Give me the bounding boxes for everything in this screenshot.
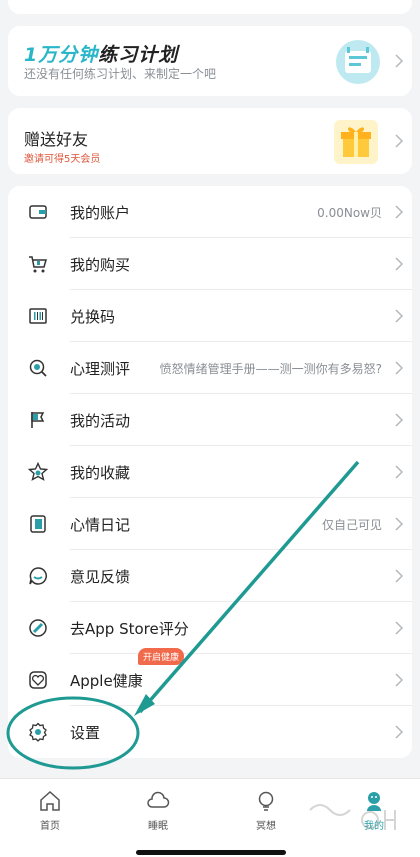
flag-icon <box>31 412 45 428</box>
chevron-right-icon <box>395 465 404 479</box>
top-card-edge <box>8 0 412 14</box>
menu-item-label: 意见反馈 <box>70 568 131 586</box>
app-store-icon <box>29 619 47 637</box>
tab-home[interactable]: 首页 <box>10 789 90 832</box>
chevron-right-icon <box>395 361 404 375</box>
bulb-icon <box>258 791 274 811</box>
menu-item-label: 心理测评 <box>70 360 131 378</box>
menu-item-label: 兑换码 <box>70 308 116 326</box>
home-indicator <box>136 850 286 855</box>
menu-item-value: 仅自己可见 <box>321 518 382 532</box>
health-badge: 开启健康 <box>138 648 185 665</box>
settings-menu-list: 我的账户 0.00Now贝 我的购买 兑换码 心理测评 愤怒情绪管理手册——测一… <box>8 186 412 758</box>
plan-illustration-icon <box>336 40 380 84</box>
menu-item-mood-diary[interactable]: 心情日记 仅自己可见 <box>8 498 412 550</box>
menu-item-account[interactable]: 我的账户 0.00Now贝 <box>8 186 412 238</box>
menu-item-label: 我的账户 <box>70 204 131 222</box>
menu-item-activities[interactable]: 我的活动 <box>8 394 412 446</box>
chevron-right-icon <box>395 309 404 323</box>
chevron-right-icon <box>395 134 404 148</box>
menu-item-redeem-code[interactable]: 兑换码 <box>8 290 412 342</box>
menu-item-value: 愤怒情绪管理手册——测一测你有多易怒? <box>159 362 382 376</box>
gift-subtitle: 邀请可得5天会员 <box>24 154 101 165</box>
gift-title: 赠送好友 <box>24 130 89 149</box>
practice-plan-card[interactable]: 1万分钟练习计划 还没有任何练习计划、来制定一个吧 <box>8 26 412 96</box>
menu-item-rate-app[interactable]: 去App Store评分 <box>8 602 412 654</box>
chevron-right-icon <box>395 621 404 635</box>
tab-sleep[interactable]: 睡眠 <box>118 789 198 832</box>
tab-meditation[interactable]: 冥想 <box>226 789 306 832</box>
home-icon <box>40 790 60 811</box>
menu-item-feedback[interactable]: 意见反馈 <box>8 550 412 602</box>
tab-label: 首页 <box>40 821 60 832</box>
chevron-right-icon <box>395 725 404 739</box>
menu-item-psych-test[interactable]: 心理测评 愤怒情绪管理手册——测一测你有多易怒? <box>8 342 412 394</box>
cloud-icon <box>147 791 170 808</box>
chevron-right-icon <box>395 205 404 219</box>
menu-item-value: 0.00Now贝 <box>317 206 382 220</box>
cart-icon <box>29 256 47 273</box>
menu-item-label: 设置 <box>70 724 101 742</box>
menu-item-label: 我的活动 <box>70 412 131 430</box>
chevron-right-icon <box>395 673 404 687</box>
chevron-right-icon <box>395 257 404 271</box>
menu-item-label: 去App Store评分 <box>70 620 189 638</box>
menu-item-purchases[interactable]: 我的购买 <box>8 238 412 290</box>
gear-icon <box>29 722 47 742</box>
chevron-right-icon <box>395 569 404 583</box>
chevron-right-icon <box>395 54 404 68</box>
watermark <box>309 804 396 830</box>
heart-icon <box>29 671 47 689</box>
diary-icon <box>30 515 46 533</box>
chevron-right-icon <box>395 517 404 531</box>
barcode-icon <box>29 308 47 324</box>
menu-item-label: Apple健康 <box>70 672 143 690</box>
chevron-right-icon <box>395 413 404 427</box>
plan-subtitle: 还没有任何练习计划、来制定一个吧 <box>24 67 217 81</box>
star-icon <box>28 462 48 481</box>
menu-item-label: 我的购买 <box>70 256 131 274</box>
magnifier-icon <box>29 359 47 377</box>
tab-label: 睡眠 <box>148 821 168 832</box>
menu-item-label: 心情日记 <box>70 516 131 534</box>
menu-item-settings[interactable]: 设置 <box>8 706 412 758</box>
gift-friend-card[interactable]: 赠送好友 邀请可得5天会员 <box>8 108 412 174</box>
menu-item-apple-health[interactable]: Apple健康 开启健康 <box>8 648 412 706</box>
plan-title: 1万分钟练习计划 <box>24 44 179 66</box>
menu-item-label: 我的收藏 <box>70 464 131 482</box>
menu-item-favorites[interactable]: 我的收藏 <box>8 446 412 498</box>
tab-label: 冥想 <box>256 821 276 832</box>
chat-icon <box>29 567 47 585</box>
gift-box-icon <box>334 120 378 164</box>
wallet-icon <box>29 205 47 219</box>
